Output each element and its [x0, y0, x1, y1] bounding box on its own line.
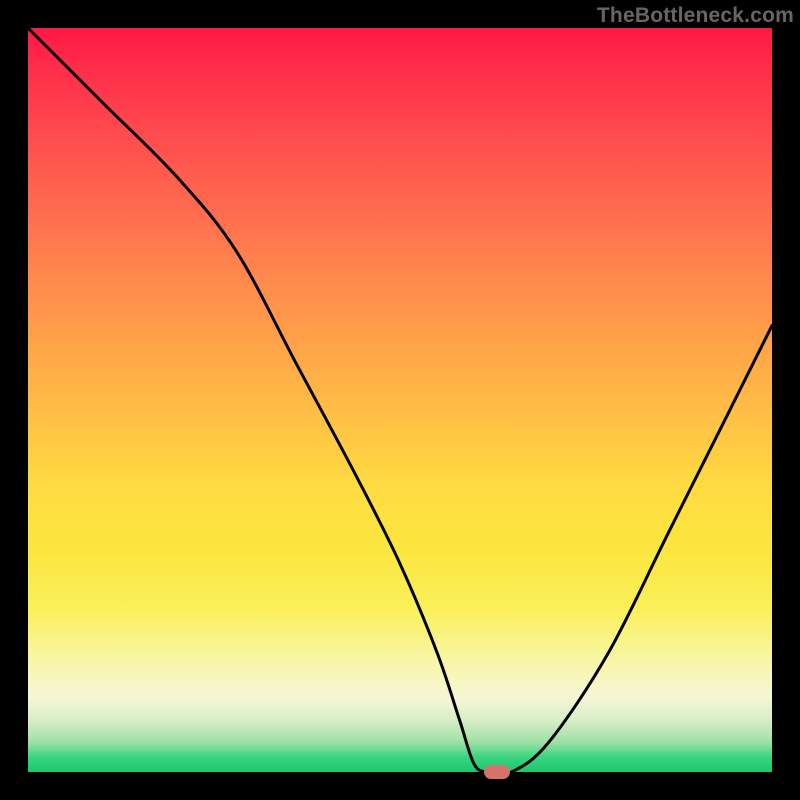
attribution-text: TheBottleneck.com [597, 4, 794, 28]
optimal-marker [484, 765, 510, 779]
chart-frame: TheBottleneck.com [0, 0, 800, 800]
plot-area [28, 28, 772, 772]
curve-svg [28, 28, 772, 772]
bottleneck-curve-path [28, 28, 772, 772]
